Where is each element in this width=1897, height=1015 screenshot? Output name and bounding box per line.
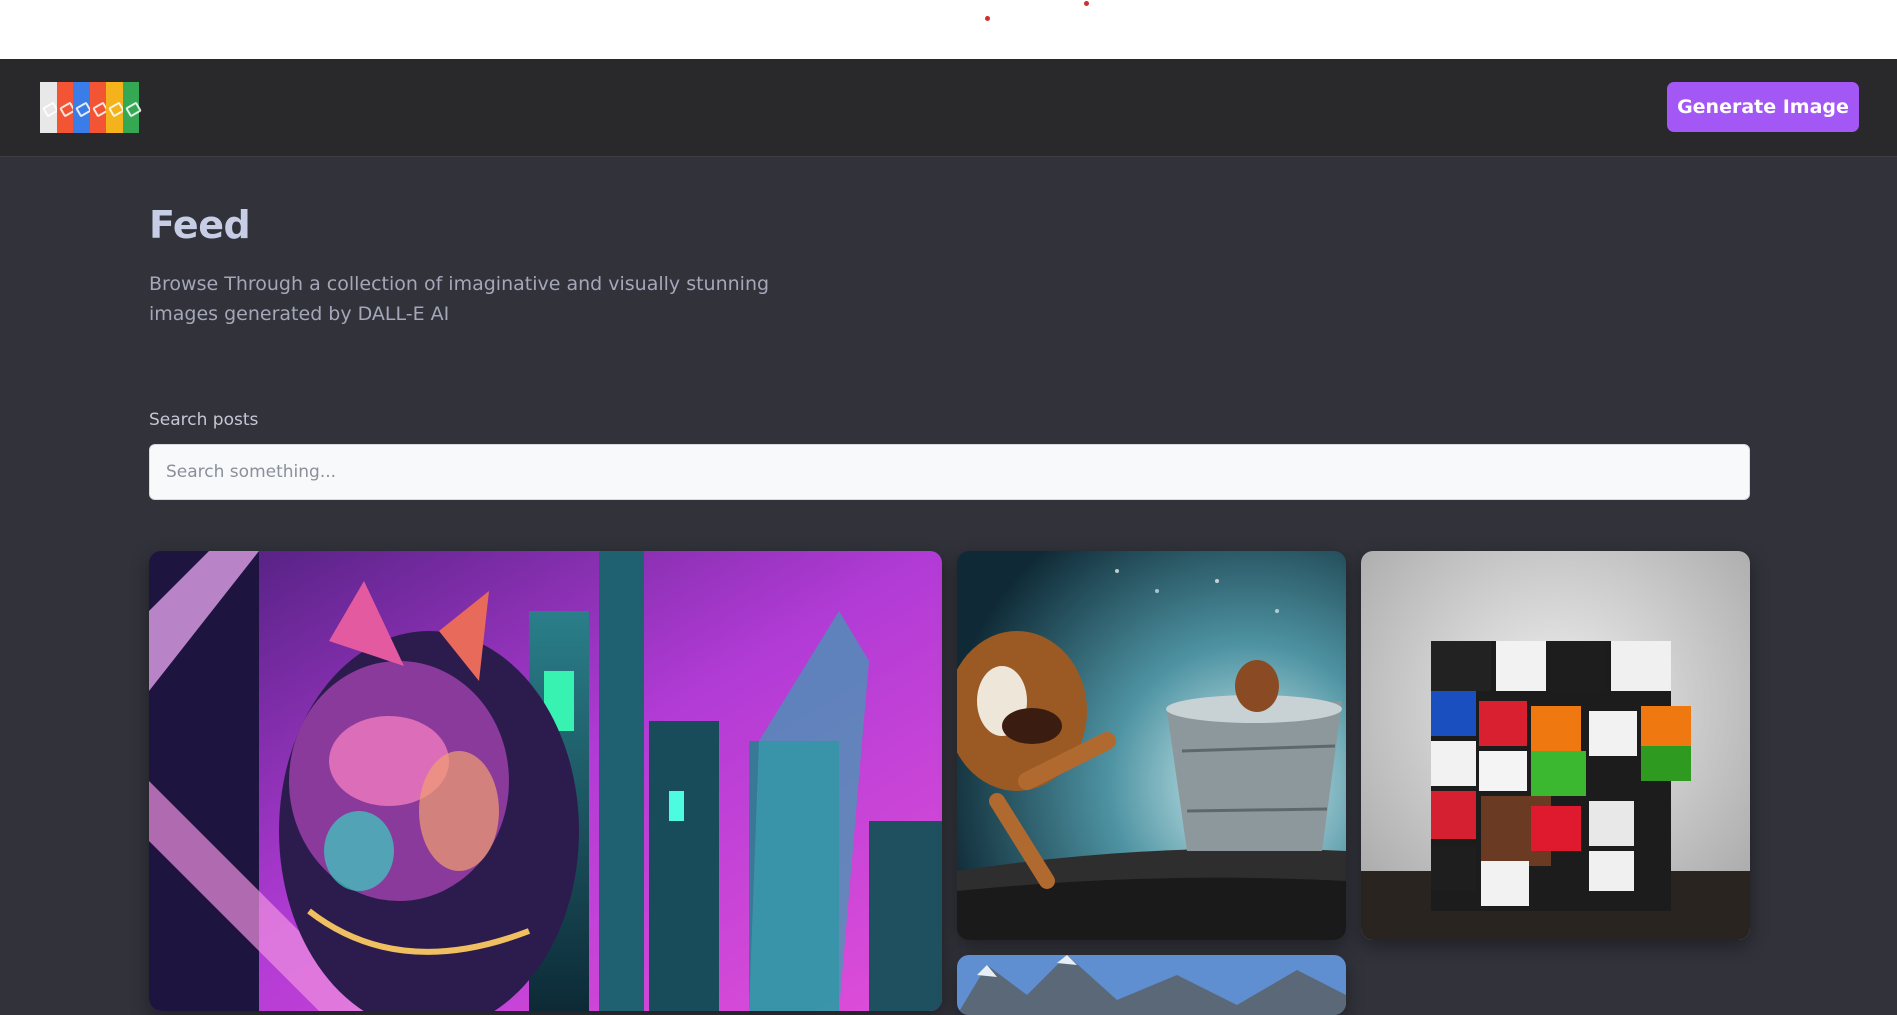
logo-stripe: [40, 82, 57, 133]
mountain-image: [957, 955, 1346, 1015]
neon-cat-image: [149, 551, 942, 1011]
logo-stripe: [89, 82, 106, 133]
feed-card-neon-cat[interactable]: [149, 551, 942, 1011]
loading-dot: [1084, 1, 1089, 6]
logo-stripe: [122, 82, 139, 133]
loading-dot: [985, 16, 990, 21]
dog-bucket-image: [957, 551, 1346, 940]
feed-card-cube[interactable]: [1361, 551, 1750, 940]
page-title: Feed: [149, 203, 251, 247]
cube-image: [1361, 551, 1750, 940]
generate-image-button[interactable]: Generate Image: [1667, 82, 1859, 132]
search-label: Search posts: [149, 410, 259, 430]
search-input[interactable]: [149, 444, 1750, 500]
logo-stripe: [106, 82, 123, 133]
feed-card-mountain[interactable]: [957, 955, 1346, 1015]
logo-stripe: [73, 82, 90, 133]
app-header: Generate Image: [0, 59, 1897, 157]
top-bar: [0, 0, 1897, 59]
feed-card-dog-bucket[interactable]: [957, 551, 1346, 940]
app-logo[interactable]: [40, 82, 139, 133]
page-description: Browse Through a collection of imaginati…: [149, 273, 770, 325]
logo-stripe: [56, 82, 73, 133]
